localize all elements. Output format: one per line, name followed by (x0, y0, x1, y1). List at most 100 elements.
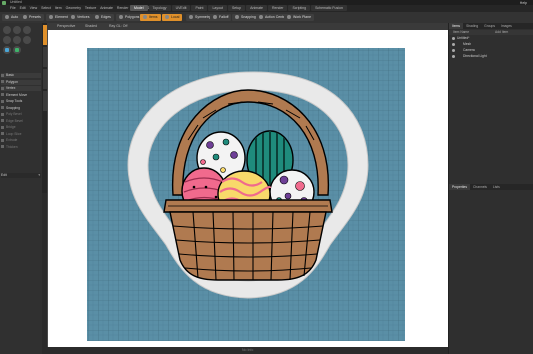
vertical-tab-mesh[interactable] (42, 47, 47, 67)
tool-row-icon (1, 106, 4, 110)
tab-properties[interactable]: Properties (449, 184, 471, 190)
element-icon (49, 15, 53, 20)
tool-row-edge-bevel[interactable]: Edge Bevel (1, 119, 41, 124)
status-text: No Info (242, 348, 254, 352)
tab-lists[interactable]: Lists (490, 184, 503, 190)
tool-row-vertex[interactable]: Vertex (1, 86, 41, 91)
tool-row-element-move[interactable]: Element Move (1, 93, 41, 98)
vertical-tab-basic[interactable] (42, 25, 47, 45)
tab-groups[interactable]: Groups (481, 23, 498, 29)
tree-item[interactable]: Mesh (449, 42, 533, 47)
toolbar-vertices-button[interactable]: Vertices (68, 14, 93, 21)
layout-tab-layout[interactable]: Layout (208, 5, 227, 11)
extrude-tool-icon[interactable] (12, 45, 21, 54)
edit-select-value: Edit (1, 173, 7, 177)
tab-shading[interactable]: Shading (463, 23, 481, 29)
tree-item[interactable]: Untitled* (449, 36, 533, 41)
item-list-panel: Items Shading Groups Images Item Name Add I… (448, 23, 533, 354)
scene-render (87, 48, 405, 341)
edit-select[interactable]: Edit ▾ (1, 173, 41, 178)
layout-tab-paint[interactable]: Paint (191, 5, 208, 11)
snapping-icon (235, 15, 239, 20)
tool-row-thicken[interactable]: Thicken (1, 145, 41, 150)
tool-row-loop-slice[interactable]: Loop Slice (1, 132, 41, 137)
tool-row-snap-tools[interactable]: Snap Tools (1, 99, 41, 104)
item-panel-tabs: Items Shading Groups Images (449, 23, 533, 29)
window-title: Untitled (10, 0, 22, 4)
visibility-eye-icon[interactable] (452, 42, 455, 46)
tool-row-icon (1, 138, 4, 142)
layout-tab-model[interactable]: Model (130, 5, 148, 11)
toolbar-presets-button[interactable]: Presets (20, 14, 44, 21)
toolbar-polygons-button[interactable]: Polygons (116, 14, 143, 21)
tree-item[interactable]: Directional Light (449, 54, 533, 59)
tool-row-icon (1, 86, 4, 90)
action-center-icon (259, 15, 263, 20)
toolbar-auto-button[interactable]: Auto (2, 14, 22, 21)
tool-row-snapping[interactable]: Snapping (1, 106, 41, 111)
tool-row-icon (1, 132, 4, 136)
item-list-header: Item Name Add Item (449, 30, 533, 35)
layout-tab-schematic-fusion[interactable]: Schematic Fusion (311, 5, 347, 11)
tool-row-extrude[interactable]: Extrude (1, 138, 41, 143)
vertical-tab-deform[interactable] (42, 69, 47, 89)
tree-item-label: Camera (463, 48, 475, 52)
tool-row-icon (1, 93, 4, 97)
toolbar-snapping-button[interactable]: Snapping (232, 14, 259, 21)
tool-row-poly-bevel[interactable]: Poly Bevel (1, 112, 41, 117)
tool-row-icon (1, 73, 4, 77)
layout-tab-render[interactable]: Render (267, 5, 288, 11)
toolbar-local-button[interactable]: Local (162, 14, 183, 21)
work-plane-icon (287, 15, 291, 20)
viewport-raygl[interactable]: Ray GL: Off (109, 24, 127, 28)
vertices-icon (71, 15, 75, 20)
element-move-icon[interactable] (12, 35, 21, 44)
viewport-canvas[interactable] (48, 30, 448, 347)
help-menu[interactable]: Help (520, 1, 527, 5)
scale-tool-icon[interactable] (22, 25, 31, 34)
visibility-eye-icon[interactable] (452, 48, 455, 52)
snap-icon[interactable] (22, 35, 31, 44)
tool-row-icon (1, 145, 4, 149)
viewport-shading-mode[interactable]: Shaded (85, 24, 97, 28)
tool-row-bridge[interactable]: Bridge (1, 125, 41, 130)
col-item-name[interactable]: Item Name (453, 30, 469, 35)
falloff-icon (213, 15, 217, 20)
visibility-eye-icon[interactable] (452, 36, 455, 40)
presets-icon (23, 15, 27, 20)
layout-tab-setup[interactable]: Setup (227, 5, 246, 11)
tool-row-polygon[interactable]: Polygon (1, 79, 41, 85)
rotate-tool-icon[interactable] (12, 25, 21, 34)
layout-tabs: Model Topology UVEdit Paint Layout Setup Anima… (130, 5, 347, 12)
edges-icon (95, 15, 99, 20)
toolbar-items-button[interactable]: Items (140, 14, 161, 21)
col-add-item[interactable]: Add Item (495, 30, 508, 35)
layout-tab-animate[interactable]: Animate (246, 5, 267, 11)
tool-row-icon (1, 112, 4, 116)
bevel-tool-icon[interactable] (2, 45, 11, 54)
tool-row-basic[interactable]: Basic (1, 73, 41, 78)
vertical-tab-ops[interactable] (42, 91, 47, 111)
move-tool-icon[interactable] (2, 25, 11, 34)
tab-channels[interactable]: Channels (470, 184, 490, 190)
tool-palette: Basic Polygon Vertex Element Move Snap Tools… (0, 23, 42, 354)
viewport-footer: No Info (47, 347, 448, 354)
layout-tab-uvedit[interactable]: UVEdit (171, 5, 191, 11)
toolbar-work-plane-button[interactable]: Work Plane (284, 14, 315, 21)
tree-item-label: Mesh (463, 42, 472, 46)
tree-item-label: Untitled* (457, 36, 470, 40)
local-icon (165, 15, 169, 20)
tab-images[interactable]: Images (498, 23, 515, 29)
tab-items[interactable]: Items (449, 23, 464, 29)
layout-tab-topology[interactable]: Topology (148, 5, 171, 11)
tree-item[interactable]: Camera (449, 48, 533, 53)
visibility-eye-icon[interactable] (452, 54, 455, 58)
tree-item-label: Directional Light (463, 54, 487, 58)
transform-tool-icon[interactable] (2, 35, 11, 44)
tool-row-icon (1, 99, 4, 103)
layout-tab-scripting[interactable]: Scripting (288, 5, 311, 11)
toolbar-edges-button[interactable]: Edges (92, 14, 114, 21)
toolbar-falloff-button[interactable]: Falloff (210, 14, 232, 21)
viewport-header: Perspective Shaded Ray GL: Off (47, 23, 448, 30)
viewport-view-mode[interactable]: Perspective (57, 24, 75, 28)
